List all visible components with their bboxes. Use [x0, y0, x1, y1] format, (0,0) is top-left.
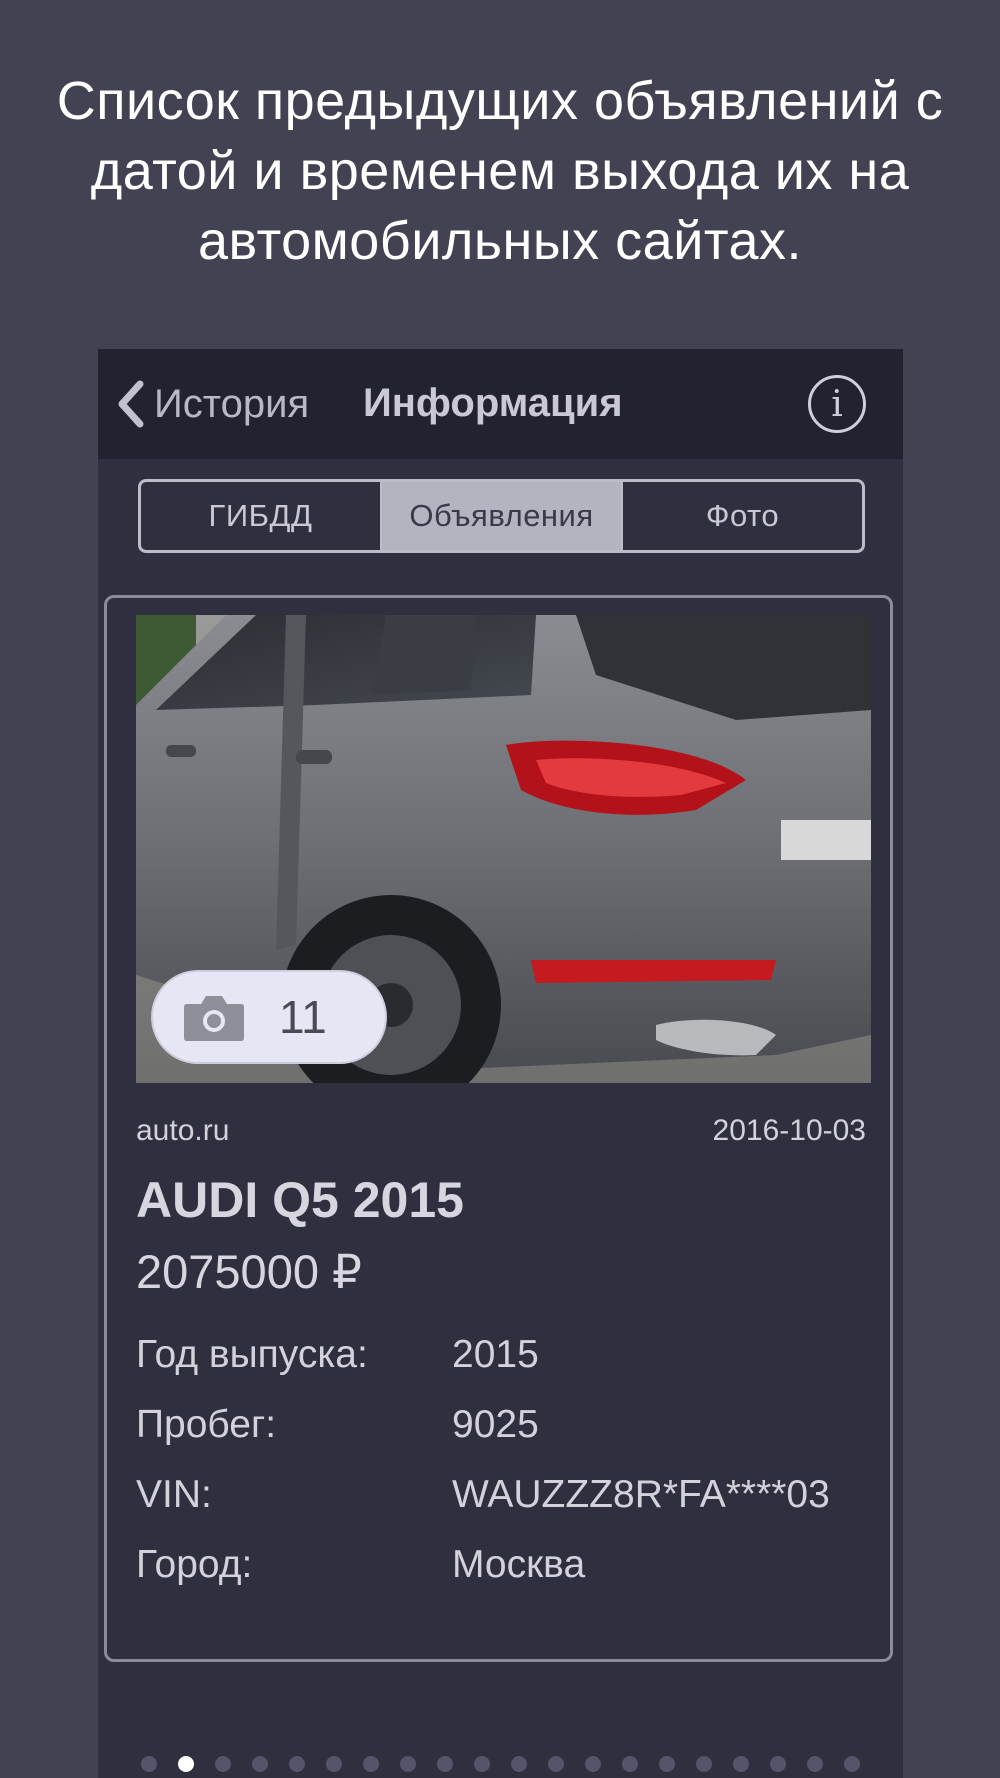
- info-icon[interactable]: i: [808, 375, 866, 433]
- navigation-bar: История Информация i: [98, 349, 903, 459]
- spec-value: 2015: [452, 1333, 539, 1376]
- page-dot[interactable]: [178, 1756, 194, 1772]
- car-title: AUDI Q5 2015: [136, 1172, 464, 1228]
- page-dot[interactable]: [733, 1756, 749, 1772]
- photo-count: 11: [279, 991, 327, 1043]
- spec-row-year: Год выпуска: 2015: [136, 1320, 866, 1390]
- spec-label: VIN:: [136, 1473, 212, 1516]
- page-dot[interactable]: [326, 1756, 342, 1772]
- spec-value: 9025: [452, 1403, 539, 1446]
- page-dot[interactable]: [511, 1756, 527, 1772]
- page-dot[interactable]: [807, 1756, 823, 1772]
- camera-icon: [184, 996, 244, 1041]
- page-dot[interactable]: [770, 1756, 786, 1772]
- back-button-label: История: [154, 381, 310, 426]
- page-dot[interactable]: [437, 1756, 453, 1772]
- page-dot[interactable]: [844, 1756, 860, 1772]
- page-dot[interactable]: [622, 1756, 638, 1772]
- listing-card[interactable]: 11 auto.ru 2016-10-03 AUDI Q5 2015 20750…: [104, 595, 893, 1662]
- page-dot[interactable]: [400, 1756, 416, 1772]
- page-dot[interactable]: [585, 1756, 601, 1772]
- tab-listings[interactable]: Объявления: [380, 482, 621, 550]
- page-dot[interactable]: [474, 1756, 490, 1772]
- spec-row-city: Город: Москва: [136, 1530, 866, 1600]
- car-photo[interactable]: 11: [136, 615, 871, 1083]
- page-dot[interactable]: [289, 1756, 305, 1772]
- promo-caption: Список предыдущих объявлений с датой и в…: [56, 71, 944, 271]
- listing-date: 2016-10-03: [712, 1114, 866, 1147]
- photo-count-badge[interactable]: 11: [151, 970, 387, 1064]
- page-title: Информация: [363, 381, 623, 425]
- page-dot[interactable]: [548, 1756, 564, 1772]
- page-dot[interactable]: [252, 1756, 268, 1772]
- spec-row-mileage: Пробег: 9025: [136, 1390, 866, 1460]
- spec-label: Пробег:: [136, 1403, 277, 1446]
- spec-value: Москва: [452, 1543, 586, 1586]
- page-dot[interactable]: [215, 1756, 231, 1772]
- spec-row-vin: VIN: WAUZZZ8R*FA****03: [136, 1460, 866, 1530]
- page-dot[interactable]: [363, 1756, 379, 1772]
- page-dot[interactable]: [141, 1756, 157, 1772]
- listing-source: auto.ru: [136, 1114, 230, 1147]
- tab-photos[interactable]: Фото: [621, 482, 862, 550]
- spec-label: Год выпуска:: [136, 1333, 368, 1376]
- car-price: 2075000 ₽: [136, 1245, 362, 1298]
- page-dot[interactable]: [659, 1756, 675, 1772]
- segmented-control: ГИБДД Объявления Фото: [138, 479, 865, 553]
- spec-value: WAUZZZ8R*FA****03: [452, 1473, 830, 1516]
- back-button[interactable]: История: [116, 371, 309, 437]
- page-indicator: [98, 1752, 903, 1776]
- tab-gibdd[interactable]: ГИБДД: [141, 482, 380, 550]
- page-dot[interactable]: [696, 1756, 712, 1772]
- app-screen: История Информация i ГИБДД Объявления Фо…: [98, 349, 903, 1778]
- spec-label: Город:: [136, 1543, 253, 1586]
- chevron-left-icon: [118, 380, 144, 428]
- specs-list: Год выпуска: 2015 Пробег: 9025 VIN: WAUZ…: [136, 1320, 866, 1600]
